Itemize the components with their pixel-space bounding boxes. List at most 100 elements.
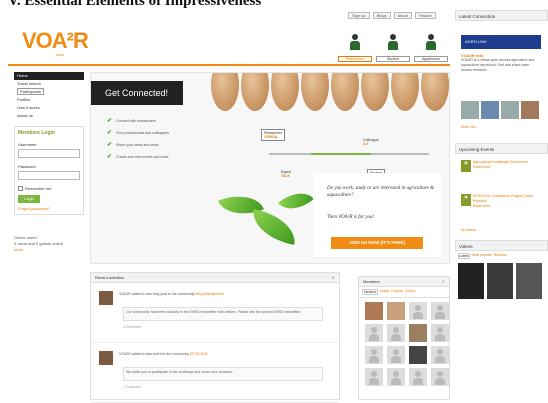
right-sidebar: Latest Connection AGRO LINK VOA2R Info V… [455,10,548,400]
nav-item-how-it-works[interactable]: How it works [14,104,84,112]
member-avatar[interactable] [409,324,427,342]
activity-meta[interactable]: 1 Comment [123,325,141,329]
person-icon [387,34,399,50]
password-field[interactable] [18,171,80,180]
feature-item: ✔ Connect with researchers [107,117,169,124]
member-avatar[interactable] [365,324,383,342]
member-avatar[interactable] [365,346,383,364]
video-thumbnail[interactable] [487,263,513,299]
member-avatar[interactable] [387,368,405,386]
event-text: Agricultural Knowledge Conference Read mo… [473,160,545,170]
videos-header: Videos [455,240,548,251]
tab-popular[interactable]: Popular [391,289,403,295]
member-avatar[interactable] [387,346,405,364]
nav-item-participants[interactable]: Participants [14,88,84,96]
video-thumbnail[interactable] [516,263,542,299]
activity-link[interactable]: Blog Management [196,292,224,296]
member-avatar[interactable] [431,368,449,386]
avatar[interactable] [99,291,113,305]
nav-item-home[interactable]: Home [14,72,84,80]
more-info-link[interactable]: More info [461,125,548,129]
remember-checkbox[interactable] [18,186,23,191]
top-links: Sign up Blogs About Search [348,12,436,19]
feature-item: ✔ Share your ideas and news [107,141,169,148]
event-more-link[interactable]: Read more [473,204,490,208]
members-tabs: Newest Active Popular Online [359,287,449,298]
tab-random[interactable]: Random [494,253,507,259]
event-title[interactable]: Agricultural Knowledge Conference [473,160,528,164]
member-avatar[interactable] [387,324,405,342]
top-link-about[interactable]: About [393,12,413,19]
network-node: Colleague ICT [363,138,379,146]
top-link-search[interactable]: Search [415,12,436,19]
logo-subtitle: beta [56,52,64,57]
feature-text: Share your ideas and news [116,142,159,147]
activity-quote: We invite you to participate in the work… [123,367,323,381]
nav-item-profiles[interactable]: Profiles [14,96,84,104]
role-label: Agripreneur [414,56,448,62]
role-researcher[interactable]: Researcher [338,32,372,62]
nav-item-travel-search[interactable]: Travel search [14,80,84,88]
avatar[interactable] [99,351,113,365]
activity-item: VOA2R added a new event to the community… [91,343,339,403]
join-button[interactable]: JOIN US NOW (IT'S FREE) [331,237,423,249]
role-agripreneur[interactable]: Agripreneur [414,32,448,62]
member-avatar[interactable] [409,302,427,320]
tab-most-popular[interactable]: Most popular [472,253,492,259]
partner-logo[interactable] [521,101,539,119]
activity-link[interactable]: EFITA 2011 [190,352,208,356]
video-thumbnail[interactable] [458,263,484,299]
check-icon: ✔ [107,154,113,160]
info-text: VOA2R is a virtual open access agricultu… [461,58,535,72]
member-avatar[interactable] [365,302,383,320]
partner-logo[interactable] [501,101,519,119]
password-label: Password [18,164,36,169]
activity-quote: Our community has been included in the E… [123,307,323,321]
tab-latest[interactable]: Latest [458,253,470,259]
online-users-more-link[interactable]: more [14,247,84,253]
site-logo[interactable]: VOA²R [22,28,89,54]
tab-online[interactable]: Online [405,289,415,295]
panel-title: Members [363,279,380,284]
members-grid [359,298,449,390]
panel-title: Recent activities [95,275,125,280]
feature-text: Create and view events and news [116,154,169,159]
nav-item-label: Participants [17,88,44,95]
check-icon: ✔ [107,130,113,136]
top-link-blogs[interactable]: Blogs [372,12,391,19]
close-icon[interactable]: ✕ [332,273,335,283]
nav-item-about[interactable]: About us [14,112,84,120]
member-avatar[interactable] [365,368,383,386]
top-strip: V. Essential Elements of Impressiveness [0,0,548,10]
role-student[interactable]: Student [376,32,410,62]
ad-banner[interactable]: AGRO LINK [461,35,541,49]
partner-logo[interactable] [461,101,479,119]
member-avatar[interactable] [431,302,449,320]
site-header: VOA²R beta Sign up Blogs About Search Re… [8,10,450,70]
activity-meta[interactable]: 1 Comment [123,385,141,389]
event-title[interactable]: EFITA 2011 Conference Prague Czech Repub… [473,194,533,203]
partner-logo[interactable] [481,101,499,119]
tab-active[interactable]: Active [380,289,390,295]
login-panel: Members Login Username Password Remember… [14,126,84,215]
top-strip-text: V. Essential Elements of Impressiveness [8,0,262,9]
member-avatar[interactable] [409,346,427,364]
member-avatar[interactable] [431,346,449,364]
tab-newest[interactable]: Newest [362,289,378,295]
close-icon[interactable]: ✕ [442,277,445,287]
top-link-signup[interactable]: Sign up [348,12,370,19]
leaf-image [248,209,300,245]
check-icon: ✔ [107,142,113,148]
all-events-link[interactable]: All events [461,228,548,232]
member-avatar[interactable] [431,324,449,342]
member-avatar[interactable] [409,368,427,386]
nuts-image [211,73,449,121]
remember-label: Remember me [25,186,52,191]
username-field[interactable] [18,149,80,158]
login-button[interactable]: Login [18,195,40,203]
join-question: Do you work, study or are interested in … [327,186,434,198]
event-more-link[interactable]: Read more [473,165,490,169]
forgot-password-link[interactable]: Forgot password? [18,206,80,211]
member-avatar[interactable] [387,302,405,320]
recent-activities-panel: Recent activities ✕ VOA2R added a new bl… [90,272,340,403]
